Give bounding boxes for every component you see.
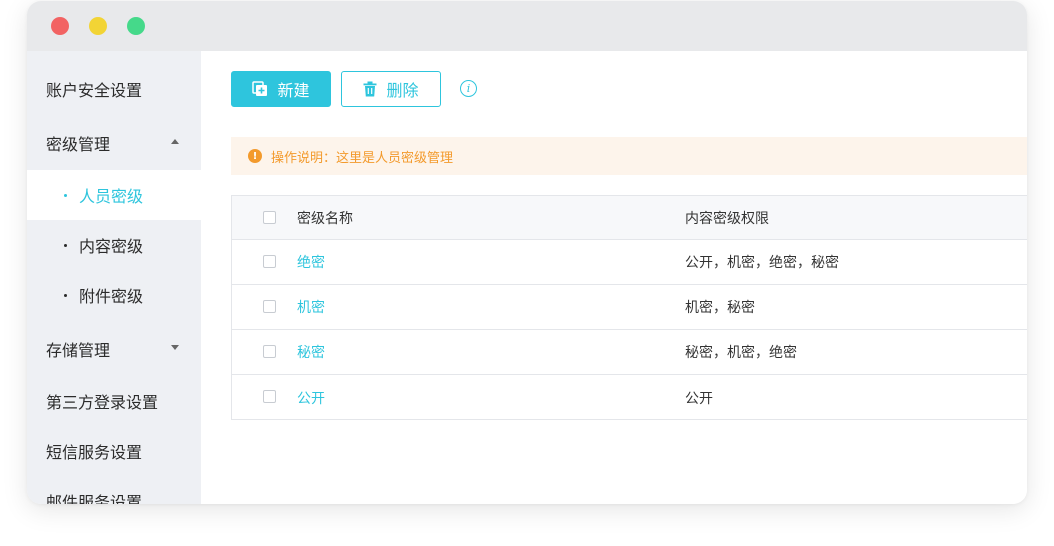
new-button-label: 新建 [277, 81, 310, 100]
add-document-icon [252, 81, 268, 96]
sidebar-item-label: 短信服务设置 [46, 443, 143, 462]
sidebar-subitem-personnel-classification[interactable]: 人员密级 [27, 170, 201, 220]
warning-icon: ! [248, 149, 262, 163]
notice-text: 操作说明：这里是人员密级管理 [271, 150, 454, 166]
close-window-button[interactable] [51, 17, 69, 35]
sidebar-item-label: 账户安全设置 [46, 81, 143, 100]
caret-up-icon [171, 139, 179, 144]
select-all-checkbox[interactable] [263, 211, 276, 224]
sidebar-item-label: 邮件服务设置 [46, 493, 143, 504]
sidebar-subitem-label: 人员密级 [79, 187, 144, 206]
minimize-window-button[interactable] [89, 17, 107, 35]
caret-down-icon [171, 345, 179, 350]
column-header-name: 密级名称 [297, 210, 353, 227]
classification-name-link[interactable]: 秘密 [297, 330, 325, 374]
table-row: 绝密 公开，机密，绝密，秘密 [232, 240, 1027, 285]
sidebar-subitem-label: 内容密级 [79, 237, 144, 256]
app-window: 账户安全设置 密级管理 人员密级 内容密级 附件密级 存储管理 第三方登录设置 … [27, 1, 1027, 504]
sidebar-item-email-service[interactable]: 邮件服务设置 [27, 476, 201, 504]
permission-cell: 公开 [685, 390, 713, 407]
title-bar [27, 1, 1027, 51]
info-icon[interactable]: i [460, 80, 477, 97]
permission-cell: 机密，秘密 [685, 300, 755, 316]
instruction-notice: ! 操作说明：这里是人员密级管理 [231, 137, 1027, 175]
trash-icon [363, 81, 377, 97]
sidebar-item-label: 存储管理 [46, 341, 111, 360]
permission-cell: 秘密，机密，绝密 [685, 345, 797, 361]
permission-cell: 公开，机密，绝密，秘密 [685, 255, 839, 271]
row-checkbox[interactable] [263, 300, 276, 313]
sidebar-item-sms-service[interactable]: 短信服务设置 [27, 426, 201, 476]
classification-name-link[interactable]: 机密 [297, 285, 325, 329]
row-checkbox[interactable] [263, 390, 276, 403]
sidebar: 账户安全设置 密级管理 人员密级 内容密级 附件密级 存储管理 第三方登录设置 … [27, 51, 201, 504]
classification-name-link[interactable]: 公开 [297, 375, 325, 420]
table-row: 公开 公开 [232, 375, 1027, 420]
sidebar-subitem-label: 附件密级 [79, 287, 144, 306]
bullet-icon [64, 193, 67, 197]
column-header-permission: 内容密级权限 [685, 210, 769, 227]
row-checkbox[interactable] [263, 255, 276, 268]
delete-button-label: 删除 [386, 81, 419, 100]
sidebar-subitem-attachment-classification[interactable]: 附件密级 [27, 270, 201, 320]
sidebar-item-third-party-login[interactable]: 第三方登录设置 [27, 376, 201, 426]
sidebar-item-label: 第三方登录设置 [46, 393, 159, 412]
bullet-icon [64, 293, 67, 297]
sidebar-item-account-security[interactable]: 账户安全设置 [27, 64, 201, 114]
sidebar-item-classification[interactable]: 密级管理 [27, 118, 201, 168]
maximize-window-button[interactable] [127, 17, 145, 35]
bullet-icon [64, 243, 67, 247]
classification-table: 密级名称 内容密级权限 绝密 公开，机密，绝密，秘密 机密 机密，秘密 秘密 秘… [231, 195, 1027, 420]
main-content: 新建 删除 i ! 操作说明：这里是人员密级管理 密级名称 内容密级权限 绝密 … [201, 51, 1027, 504]
table-header-row: 密级名称 内容密级权限 [232, 196, 1027, 240]
classification-name-link[interactable]: 绝密 [297, 240, 325, 284]
sidebar-item-label: 密级管理 [46, 135, 111, 154]
table-row: 机密 机密，秘密 [232, 285, 1027, 330]
row-checkbox[interactable] [263, 345, 276, 358]
new-button[interactable]: 新建 [231, 71, 331, 107]
delete-button[interactable]: 删除 [341, 71, 441, 107]
sidebar-subitem-content-classification[interactable]: 内容密级 [27, 220, 201, 270]
sidebar-item-storage[interactable]: 存储管理 [27, 324, 201, 374]
table-row: 秘密 秘密，机密，绝密 [232, 330, 1027, 375]
